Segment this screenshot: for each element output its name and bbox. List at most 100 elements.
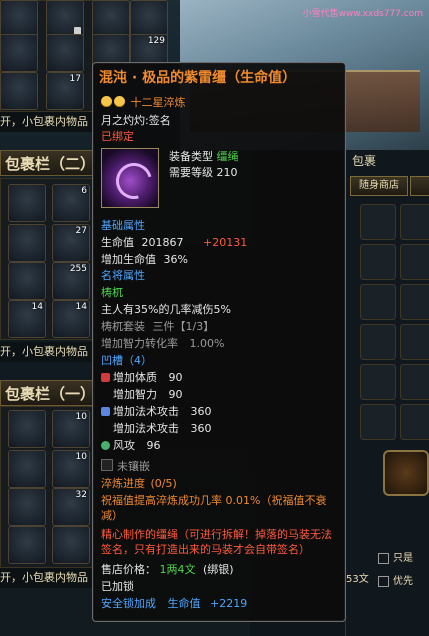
- inventory-slot[interactable]: 14: [8, 300, 46, 338]
- groove-label: 增加法术攻击: [113, 422, 179, 435]
- groove-label: 增加智力: [113, 388, 157, 401]
- bag-hint-text: 开，小包裹内物品: [0, 112, 95, 132]
- inventory-slot[interactable]: [8, 224, 46, 262]
- hp-row: 生命值 201867 +20131: [101, 235, 247, 250]
- groove-value: 96: [146, 439, 161, 452]
- empty-slot-icon: [101, 459, 113, 471]
- tao-set-value: 三件【1/3】: [152, 320, 215, 333]
- unslotted-row: 未镶嵌: [101, 459, 150, 474]
- groove-value: 90: [168, 371, 183, 384]
- groove-row: 增加体质 90: [101, 370, 183, 385]
- tao-set-label: 梼杌套装: [101, 320, 145, 333]
- checkbox-box[interactable]: [378, 552, 389, 564]
- slot-count: 10: [75, 412, 87, 422]
- inventory-slot[interactable]: 10: [52, 450, 90, 488]
- bag-hint-text: 开，小包裹内物品: [0, 342, 95, 362]
- smile-icon: [114, 96, 125, 107]
- slot-count: 6: [81, 186, 87, 196]
- inventory-slot[interactable]: [360, 284, 396, 320]
- price-label: 售店价格：: [101, 563, 156, 576]
- inventory-slot[interactable]: [400, 364, 429, 400]
- inventory-slot[interactable]: [52, 526, 90, 564]
- inventory-slot[interactable]: [0, 72, 38, 110]
- safe-lock-label: 安全锁加成: [101, 597, 156, 610]
- inventory-slot[interactable]: 32: [52, 488, 90, 526]
- hp-pct-row: 增加生命值 36%: [101, 252, 188, 267]
- portable-shop-button[interactable]: 随身商店: [350, 176, 408, 196]
- groove-label: 增加体质: [113, 371, 157, 384]
- inventory-slot[interactable]: 27: [52, 224, 90, 262]
- inventory-slot[interactable]: [8, 450, 46, 488]
- inventory-slot[interactable]: 255: [52, 262, 90, 300]
- inventory-slot[interactable]: [130, 0, 168, 38]
- inventory-slot[interactable]: [360, 244, 396, 280]
- side-function-button[interactable]: [383, 450, 429, 496]
- inventory-slot[interactable]: [360, 324, 396, 360]
- safe-lock-value: +2219: [210, 597, 248, 610]
- inventory-slot[interactable]: [8, 184, 46, 222]
- slot-count: 27: [75, 226, 87, 236]
- inventory-slot[interactable]: 17: [46, 72, 84, 110]
- blue-gem-icon: [101, 407, 110, 416]
- locked-status: 已加锁: [101, 580, 134, 593]
- inventory-slot[interactable]: [8, 526, 46, 564]
- checkbox-only[interactable]: 只是: [378, 549, 413, 564]
- money-text: 53文: [346, 574, 369, 585]
- groove-row: 增加法术攻击 360: [101, 404, 212, 419]
- tao-set-row: 梼杌套装 三件【1/3】: [101, 319, 214, 334]
- watermark: 小雪代售www.xxds777.com: [302, 9, 423, 19]
- inventory-slot[interactable]: [92, 0, 130, 38]
- inventory-slot[interactable]: [400, 324, 429, 360]
- inventory-slot[interactable]: [360, 364, 396, 400]
- slot-count: 10: [75, 452, 87, 462]
- inventory-slot[interactable]: 10: [52, 410, 90, 448]
- groove-label: 增加法术攻击: [113, 405, 179, 418]
- inventory-slot[interactable]: [8, 488, 46, 526]
- groove-value: 360: [190, 422, 212, 435]
- price-row: 售店价格： 1两4文 (绑银): [101, 562, 234, 577]
- unslotted-label: 未镶嵌: [117, 460, 150, 473]
- basic-attr-header: 基础属性: [101, 219, 145, 232]
- hp-value: 201867: [141, 236, 184, 249]
- inventory-slot[interactable]: [8, 262, 46, 300]
- quench-value: (0/5): [150, 477, 177, 490]
- slot-count: 14: [75, 302, 87, 312]
- inventory-slot[interactable]: [360, 404, 396, 440]
- tao-extra-label: 增加智力转化率: [101, 337, 178, 350]
- slot-count: 255: [69, 264, 87, 274]
- groove-header: 凹槽（4）: [101, 354, 152, 367]
- price-value: 1两4文: [159, 563, 196, 576]
- extra-shop-button[interactable]: [410, 176, 429, 196]
- inventory-slot[interactable]: [0, 34, 38, 72]
- groove-value: 360: [190, 405, 212, 418]
- inventory-slot[interactable]: [400, 404, 429, 440]
- hp-bonus: +20131: [203, 236, 248, 249]
- bless-text: 祝福值提高淬炼成功几率 0.01%（祝福值不衰减）: [101, 494, 327, 522]
- right-bag-tab[interactable]: 包裹: [352, 152, 376, 169]
- slot-count: 14: [31, 302, 43, 312]
- checkbox-priority[interactable]: 优先: [378, 572, 413, 587]
- inventory-slot[interactable]: [46, 0, 84, 38]
- inventory-slot[interactable]: [400, 204, 429, 240]
- item-tooltip: 混沌 · 极品的紫雷缰（生命值） 十二星淬炼 月之灼灼:签名 已绑定 装备类型 …: [92, 62, 346, 622]
- inventory-slot[interactable]: [360, 204, 396, 240]
- tao-extra-value: 1.00%: [189, 337, 225, 350]
- inventory-slot[interactable]: 6: [52, 184, 90, 222]
- inventory-slot[interactable]: 14: [52, 300, 90, 338]
- inventory-slot[interactable]: [8, 410, 46, 448]
- inventory-slot[interactable]: [46, 34, 84, 72]
- inventory-slot[interactable]: [400, 244, 429, 280]
- slot-count: 129: [147, 36, 165, 46]
- hp-pct-label: 增加生命值: [101, 253, 156, 266]
- req-level-row: 需要等级 210: [169, 165, 238, 180]
- checkbox-box[interactable]: [378, 575, 389, 587]
- inventory-slot[interactable]: [0, 0, 38, 38]
- hp-pct-value: 36%: [163, 253, 188, 266]
- hp-label: 生命值: [101, 236, 134, 249]
- refine-row: 十二星淬炼: [101, 95, 186, 110]
- slot-count: 17: [69, 74, 81, 84]
- smile-icon: [101, 96, 112, 107]
- groove-value: 90: [168, 388, 183, 401]
- inventory-slot[interactable]: [400, 284, 429, 320]
- price-bound: (绑银): [203, 563, 234, 576]
